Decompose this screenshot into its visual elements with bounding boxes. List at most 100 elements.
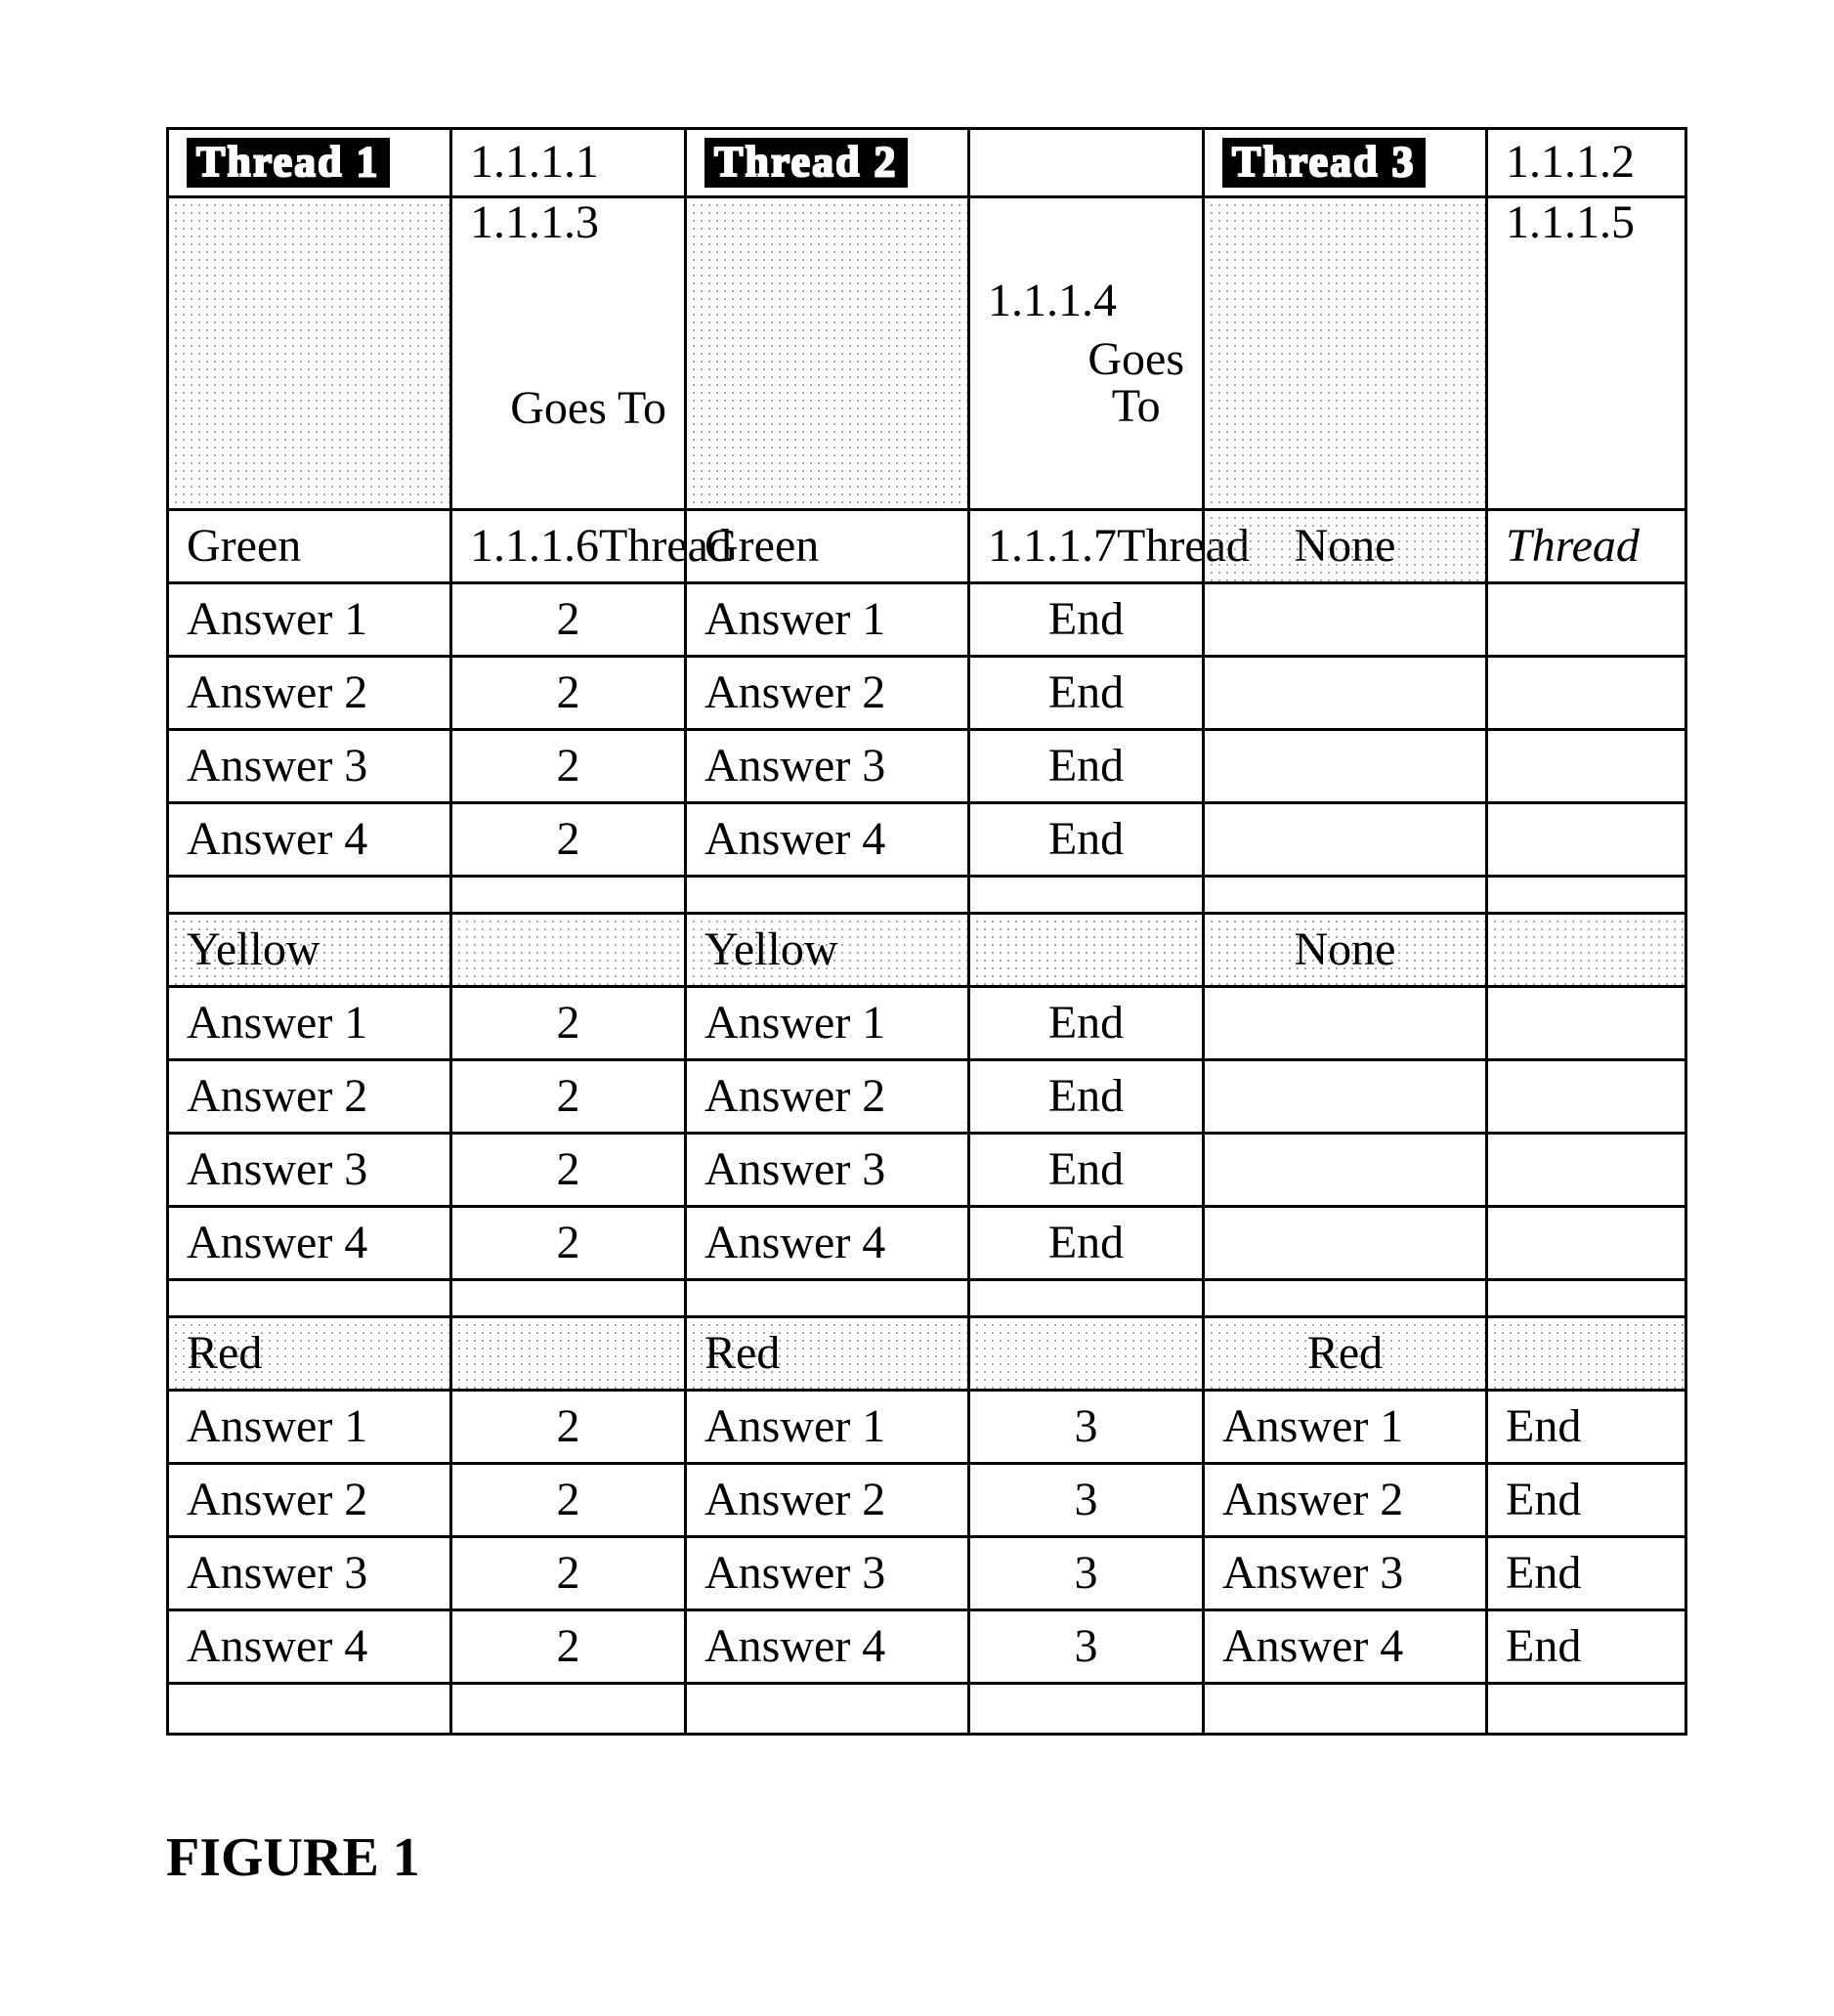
thread-word: Thread bbox=[1488, 511, 1685, 584]
spacer bbox=[1205, 878, 1485, 915]
t1-answer: Answer 4 bbox=[169, 804, 449, 878]
thread2-subheader bbox=[687, 198, 967, 511]
t1-answer: Answer 3 bbox=[169, 1135, 449, 1208]
t2-goesto: End bbox=[970, 804, 1202, 878]
spacer bbox=[687, 1281, 967, 1318]
empty bbox=[970, 130, 1202, 198]
ref-3a: 1.1.1.2 bbox=[1488, 130, 1685, 198]
goes-to-header: Goes To bbox=[510, 384, 666, 433]
thread1-header: Thread 1 bbox=[187, 138, 390, 187]
spacer bbox=[452, 878, 684, 915]
t3-goesto bbox=[1488, 658, 1685, 731]
figure-table: Thread 1 Green Answer 1 Answer 2 Answer … bbox=[166, 127, 1687, 1736]
t2-status: Red bbox=[687, 1318, 967, 1392]
t1-goesto: 2 bbox=[452, 1061, 684, 1135]
t3-answer bbox=[1205, 1208, 1485, 1281]
t3-answer bbox=[1205, 1135, 1485, 1208]
t3-answer: Answer 3 bbox=[1205, 1538, 1485, 1611]
t1-answer: Answer 1 bbox=[169, 584, 449, 658]
t1-status: Red bbox=[169, 1318, 449, 1392]
thread2-header: Thread 2 bbox=[704, 138, 908, 187]
t3-goesto bbox=[1488, 804, 1685, 878]
t3-status: None bbox=[1205, 511, 1485, 584]
empty bbox=[1488, 1318, 1685, 1392]
spacer bbox=[1488, 878, 1685, 915]
t3-status: Red bbox=[1205, 1318, 1485, 1392]
t3-answer bbox=[1205, 731, 1485, 804]
spacer bbox=[452, 1685, 684, 1733]
t2-answer: Answer 2 bbox=[687, 658, 967, 731]
goes-to-header: GoesTo bbox=[1088, 336, 1184, 430]
t3-goesto: End bbox=[1488, 1611, 1685, 1685]
ref-1b: 1.1.1.3 bbox=[470, 198, 599, 247]
t1-extra: 1.1.1.6 bbox=[470, 522, 599, 571]
spacer bbox=[169, 1685, 449, 1733]
t3-answer bbox=[1205, 1061, 1485, 1135]
t3-goesto: End bbox=[1488, 1538, 1685, 1611]
t2-answer: Answer 1 bbox=[687, 1392, 967, 1465]
t3-goesto bbox=[1488, 1135, 1685, 1208]
t3-status: None bbox=[1205, 915, 1485, 988]
ref-1a: 1.1.1.1 bbox=[452, 130, 684, 198]
t3-goesto: End bbox=[1488, 1392, 1685, 1465]
spacer bbox=[452, 1281, 684, 1318]
t2-answer: Answer 3 bbox=[687, 1538, 967, 1611]
t1-answer: Answer 4 bbox=[169, 1208, 449, 1281]
t1-answer: Answer 2 bbox=[169, 1061, 449, 1135]
t3-goesto: End bbox=[1488, 1465, 1685, 1538]
spacer bbox=[1205, 1685, 1485, 1733]
t2-goesto: 3 bbox=[970, 1392, 1202, 1465]
t1-goesto: 2 bbox=[452, 1538, 684, 1611]
t1-answer: Answer 1 bbox=[169, 988, 449, 1061]
t2-goesto: End bbox=[970, 731, 1202, 804]
t1-answer: Answer 1 bbox=[169, 1392, 449, 1465]
t3-goesto bbox=[1488, 731, 1685, 804]
t3-goesto bbox=[1488, 1061, 1685, 1135]
spacer bbox=[1488, 1281, 1685, 1318]
t2-answer: Answer 3 bbox=[687, 1135, 967, 1208]
t3-answer: Answer 1 bbox=[1205, 1392, 1485, 1465]
t1-answer: Answer 4 bbox=[169, 1611, 449, 1685]
t2-answer: Answer 4 bbox=[687, 1208, 967, 1281]
figure-label: FIGURE 1 bbox=[166, 1826, 420, 1889]
t1-answer: Answer 2 bbox=[169, 1465, 449, 1538]
t2-goesto: End bbox=[970, 988, 1202, 1061]
t2-goesto: 3 bbox=[970, 1538, 1202, 1611]
spacer bbox=[169, 1281, 449, 1318]
spacer bbox=[687, 1685, 967, 1733]
t3-answer: Answer 2 bbox=[1205, 1465, 1485, 1538]
empty bbox=[1488, 915, 1685, 988]
t3-answer bbox=[1205, 658, 1485, 731]
t2-answer: Answer 1 bbox=[687, 988, 967, 1061]
t2-extra: 1.1.1.7 bbox=[988, 522, 1117, 571]
t1-goesto: 2 bbox=[452, 988, 684, 1061]
t1-goesto: 2 bbox=[452, 1611, 684, 1685]
spacer bbox=[1205, 1281, 1485, 1318]
spacer bbox=[687, 878, 967, 915]
t1-answer: Answer 3 bbox=[169, 1538, 449, 1611]
t1-extra bbox=[452, 915, 684, 988]
t1-goesto: 2 bbox=[452, 731, 684, 804]
t1-goesto: 2 bbox=[452, 1208, 684, 1281]
thread3-header: Thread 3 bbox=[1222, 138, 1426, 187]
spacer bbox=[970, 878, 1202, 915]
t3-goesto bbox=[1488, 584, 1685, 658]
t3-answer bbox=[1205, 804, 1485, 878]
t1-goesto: 2 bbox=[452, 1135, 684, 1208]
t1-extra bbox=[452, 1318, 684, 1392]
t1-goesto: 2 bbox=[452, 1465, 684, 1538]
t1-status: Yellow bbox=[169, 915, 449, 988]
spacer bbox=[169, 878, 449, 915]
t1-status: Green bbox=[169, 511, 449, 584]
spacer bbox=[970, 1685, 1202, 1733]
t2-goesto: End bbox=[970, 658, 1202, 731]
t2-goesto: End bbox=[970, 1135, 1202, 1208]
t1-goesto: 2 bbox=[452, 658, 684, 731]
t2-goesto: End bbox=[970, 1208, 1202, 1281]
t1-goesto: 2 bbox=[452, 804, 684, 878]
thread1-subheader bbox=[169, 198, 449, 511]
t3-answer: Answer 4 bbox=[1205, 1611, 1485, 1685]
ref-3b: 1.1.1.5 bbox=[1506, 198, 1635, 247]
t2-answer: Answer 3 bbox=[687, 731, 967, 804]
ref-2: 1.1.1.4 bbox=[988, 277, 1117, 325]
